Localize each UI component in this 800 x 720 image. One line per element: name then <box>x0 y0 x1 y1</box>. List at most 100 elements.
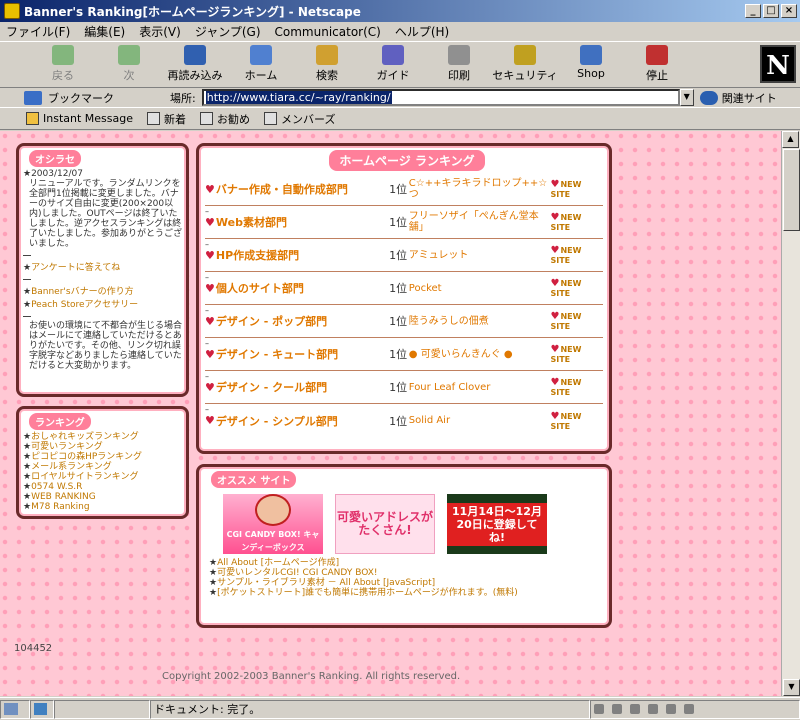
news-body: リニューアルです。ランダムリンクを全部門1位掲載に変更しました。バナーのサイズ自… <box>29 179 183 249</box>
guide-button[interactable]: ガイド <box>360 42 426 86</box>
new-site-link[interactable]: ♥NEW SITE <box>550 278 603 298</box>
composer-icon[interactable] <box>630 704 640 714</box>
ranking-link[interactable]: ★0574 W.S.R <box>23 482 182 492</box>
new-site-link[interactable]: ♥NEW SITE <box>550 377 603 397</box>
cute-address-banner[interactable]: 可愛いアドレスがたくさん! <box>335 494 435 554</box>
survey-link[interactable]: アンケートに答えてね <box>31 263 120 273</box>
recommended-link[interactable]: ★All About [ホームページ作成] <box>209 558 603 568</box>
category-link[interactable]: 個人のサイト部門 <box>216 280 383 296</box>
category-link[interactable]: デザイン - キュート部門 <box>216 346 383 362</box>
new-site-link[interactable]: ♥NEW SITE <box>550 411 603 431</box>
recommended-link[interactable]: ★[ポケットストリート]誰でも簡単に携帯用ホームページが作れます。(無料) <box>209 588 603 598</box>
forward-button[interactable]: 次 <box>96 42 162 86</box>
scroll-up-arrow[interactable]: ▲ <box>782 131 799 148</box>
members-button[interactable]: メンバーズ <box>264 111 335 127</box>
search-button[interactable]: 検索 <box>294 42 360 86</box>
top-site-link[interactable]: 陸うみうしの佃煮 <box>409 316 551 327</box>
top-site-link[interactable]: アミュレット <box>409 250 551 261</box>
vertical-scrollbar[interactable]: ▲ ▼ <box>781 131 800 696</box>
home-button[interactable]: ホーム <box>228 42 294 86</box>
recommended-header: オススメ サイト <box>211 471 297 488</box>
new-button[interactable]: 新着 <box>147 111 186 127</box>
menu-view[interactable]: 表示(V) <box>139 23 181 40</box>
security-status-cell[interactable] <box>0 699 30 719</box>
ranking-link[interactable]: ★メール系ランキング <box>23 462 182 472</box>
navigator-icon[interactable] <box>594 704 604 714</box>
category-row: – ♥ 個人のサイト部門 1位 Pocket ♥NEW SITE <box>205 272 603 305</box>
category-row: ♥ バナー作成・自動作成部門 1位 C☆++キラキラドロップ++☆つ ♥NEW … <box>205 173 603 206</box>
category-link[interactable]: Web素材部門 <box>216 214 383 230</box>
newsgroup-icon[interactable] <box>666 704 676 714</box>
recommended-link[interactable]: ★サンプル・ライブラリ素材 － All About [JavaScript] <box>209 578 603 588</box>
news-link[interactable]: ★アンケートに答えてね <box>23 260 182 273</box>
print-button[interactable]: 印刷 <box>426 42 492 86</box>
news-link[interactable]: ★Peach Storeアクセサリー <box>23 297 182 310</box>
news-link[interactable]: ★Banner'sバナーの作り方 <box>23 284 182 297</box>
new-site-link[interactable]: ♥NEW SITE <box>550 344 603 364</box>
home-label: ホーム <box>244 69 278 82</box>
minimize-button[interactable]: _ <box>745 4 761 18</box>
shop-button[interactable]: Shop <box>558 42 624 86</box>
ranking-link[interactable]: ★ピコピコの森HPランキング <box>23 452 182 462</box>
scroll-thumb[interactable] <box>783 149 800 231</box>
instant-message-button[interactable]: Instant Message <box>26 112 133 125</box>
reload-button[interactable]: 再読み込み <box>162 42 228 86</box>
category-link[interactable]: バナー作成・自動作成部門 <box>216 181 383 197</box>
address-book-icon[interactable] <box>648 704 658 714</box>
url-input[interactable]: http://www.tiara.cc/~ray/ranking/ <box>201 89 680 106</box>
new-site-link[interactable]: ♥NEW SITE <box>550 179 603 199</box>
ranking-link[interactable]: ★M78 Ranking <box>23 502 182 512</box>
peach-store-link[interactable]: Peach Storeアクセサリー <box>31 300 138 310</box>
top-site-link[interactable]: Solid Air <box>409 415 551 426</box>
ranking-link[interactable]: ★ロイヤルサイトランキング <box>23 472 182 482</box>
registration-banner[interactable]: 11月14日～12月20日に登録してね! <box>447 494 547 554</box>
recommended-link[interactable]: ★可愛いレンタルCGI! CGI CANDY BOX! <box>209 568 603 578</box>
security-button[interactable]: セキュリティ <box>492 42 558 86</box>
top-site-link[interactable]: ● 可愛いらんきんぐ ● <box>409 349 551 360</box>
ranking-link[interactable]: ★WEB RANKING <box>23 492 182 502</box>
printer-icon <box>448 45 470 65</box>
ranking-link[interactable]: ★おしゃれキッズランキング <box>23 432 182 442</box>
bookmarks-icon[interactable] <box>24 90 42 105</box>
recommended-link-text: 可愛いレンタルCGI! CGI CANDY BOX! <box>217 568 378 578</box>
back-button[interactable]: 戻る <box>30 42 96 86</box>
ranking-link[interactable]: ★可愛いランキング <box>23 442 182 452</box>
menu-go[interactable]: ジャンプ(G) <box>195 23 261 40</box>
star-icon: ★ <box>23 462 32 472</box>
category-link[interactable]: デザイン - クール部門 <box>216 379 383 395</box>
menu-communicator[interactable]: Communicator(C) <box>275 25 381 39</box>
mail-icon[interactable] <box>612 704 622 714</box>
menu-help[interactable]: ヘルプ(H) <box>395 23 449 40</box>
top-site-link[interactable]: Four Leaf Clover <box>409 382 551 393</box>
rank-position: 1位 <box>389 381 408 394</box>
top-site-link[interactable]: Pocket <box>409 283 551 294</box>
category-link[interactable]: デザイン - ポップ部門 <box>216 313 383 329</box>
im-icon[interactable] <box>684 704 694 714</box>
new-site-link[interactable]: ♥NEW SITE <box>550 311 603 331</box>
banner-howto-link[interactable]: Banner'sバナーの作り方 <box>31 287 134 297</box>
category-link[interactable]: HP作成支援部門 <box>216 247 383 263</box>
recommend-label: お勧め <box>217 112 250 126</box>
cgi-candy-box-banner[interactable]: CGI CANDY BOX! キャンディーボックス <box>223 494 323 554</box>
recommend-button[interactable]: お勧め <box>200 111 250 127</box>
menu-file[interactable]: ファイル(F) <box>6 23 70 40</box>
star-icon: ★ <box>209 558 218 568</box>
url-dropdown-arrow[interactable]: ▼ <box>679 89 694 106</box>
new-site-link[interactable]: ♥NEW SITE <box>550 245 603 265</box>
stop-button[interactable]: 停止 <box>624 42 690 86</box>
scroll-down-arrow[interactable]: ▼ <box>783 679 800 696</box>
top-site-link[interactable]: フリーソザイ「ぺんぎん堂本舗」 <box>409 211 551 233</box>
netscape-logo[interactable]: N <box>760 45 796 83</box>
bookmarks-button[interactable]: ブックマーク <box>48 90 114 106</box>
heart-icon: ♥ <box>550 245 560 256</box>
related-sites-button[interactable]: 関連サイト <box>722 90 777 106</box>
related-sites-icon[interactable] <box>699 90 718 105</box>
maximize-button[interactable]: □ <box>763 4 779 18</box>
close-button[interactable]: × <box>781 4 797 18</box>
top-site-link[interactable]: C☆++キラキラドロップ++☆つ <box>409 178 551 200</box>
new-site-link[interactable]: ♥NEW SITE <box>550 212 603 232</box>
star-icon: ★ <box>209 578 218 588</box>
dash-mark: – <box>205 306 209 315</box>
menu-edit[interactable]: 編集(E) <box>84 23 125 40</box>
category-link[interactable]: デザイン - シンプル部門 <box>216 413 383 429</box>
